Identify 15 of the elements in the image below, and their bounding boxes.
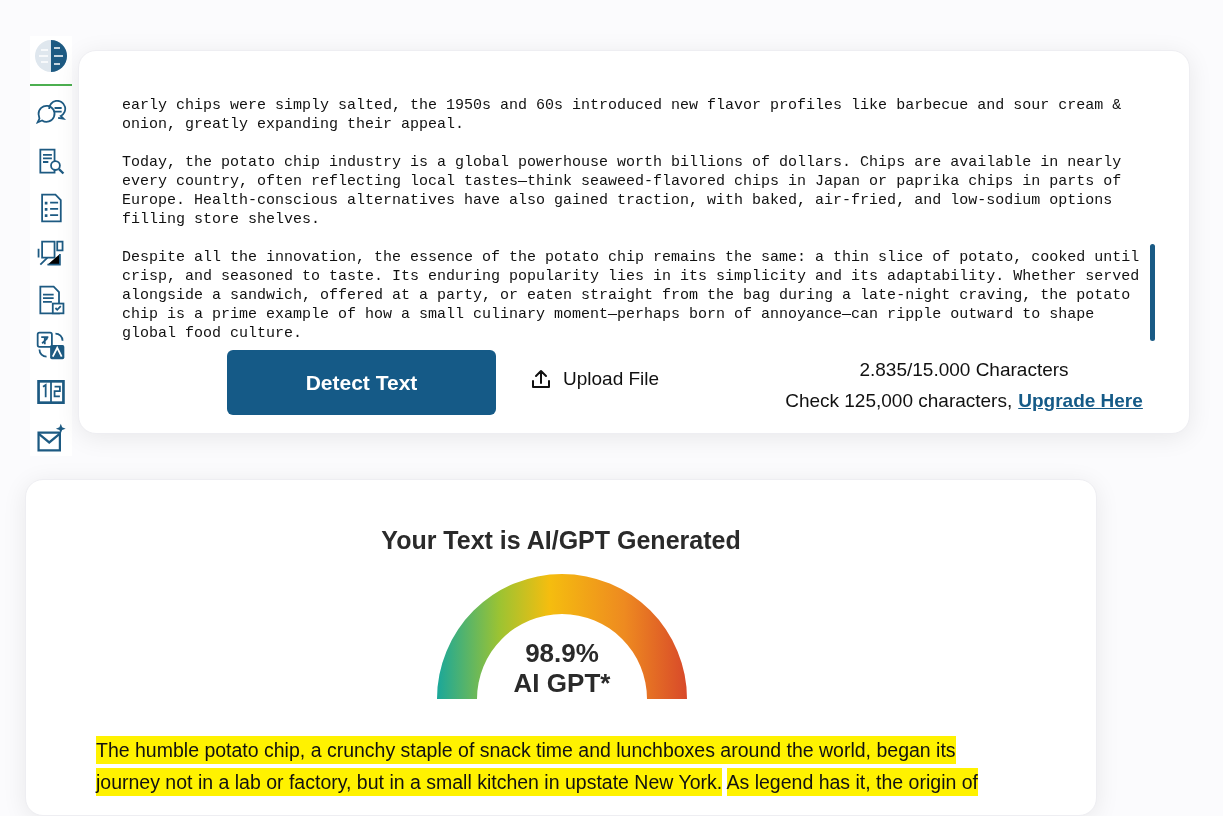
editor-paragraph: early chips were simply salted, the 1950s and 60s introduced new flavor profiles like barbecue and sour cream & onion, greatly expanding their appeal. <box>122 96 1123 134</box>
character-count: 2.835/15.000 Characters <box>859 358 1069 382</box>
upgrade-note: Check 125,000 characters, <box>785 389 1013 413</box>
score-value: 98.9% <box>525 638 599 668</box>
scrollbar-thumb[interactable] <box>1150 244 1155 341</box>
detect-text-button[interactable]: Detect Text <box>227 350 496 415</box>
editor-paragraph: Today, the potato chip industry is a global powerhouse worth billions of dollars. Chips are available in nearly every country, often reflecting local tastes—think seaweed-flavored chips in Japan or paprika chips in parts of Europe. Health-conscious alternatives have also gained traction, with baked, air-fried, and low-sodium options filling store shelves. <box>122 153 1123 229</box>
brain-icon[interactable] <box>33 38 69 74</box>
upgrade-link[interactable]: Upgrade Here <box>1018 385 1143 416</box>
editor-paragraph: Despite all the innovation, the essence of the potato chip remains the same: a thin slice of potato, cooked until crisp, and seasoned to taste. Its enduring popularity lies in its simplicity and its adaptability. Whether served alongside a sandwich, offered at a party, or eaten straight from the bag during a late-night craving, the potato chip is a prime example of how a small culinary moment—perhaps born of annoyance—can ripple outward to shape global food culture. <box>122 248 1141 343</box>
result-title: Your Text is AI/GPT Generated <box>380 525 742 556</box>
translate-icon[interactable] <box>35 330 67 362</box>
score-label: AI GPT* <box>513 668 611 698</box>
envelope-sparkle-icon[interactable] <box>35 422 67 454</box>
upload-file-button[interactable]: Upload File <box>529 365 660 394</box>
